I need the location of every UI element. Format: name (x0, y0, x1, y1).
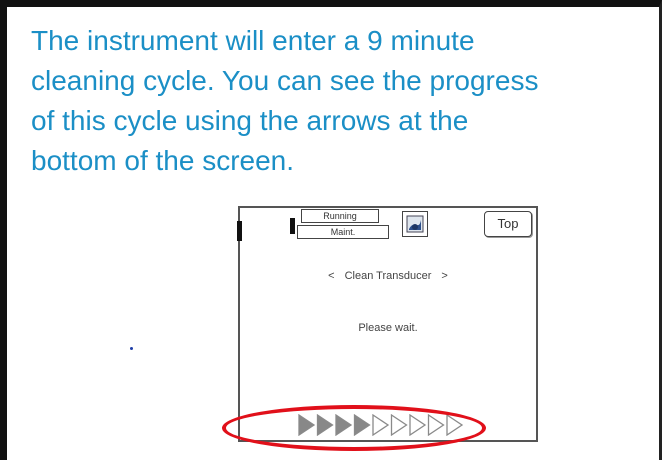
status-message: Please wait. (358, 322, 418, 334)
instruction-caption: The instrument will enter a 9 minute cle… (31, 25, 539, 176)
progress-arrow-empty (390, 414, 408, 436)
top-button[interactable]: Top (484, 211, 532, 237)
left-edge-marker (237, 221, 242, 241)
progress-arrow-filled (316, 414, 334, 436)
progress-arrow-filled (298, 414, 316, 436)
progress-arrow-empty (427, 414, 445, 436)
progress-arrow-empty (446, 414, 464, 436)
tab-marker (290, 218, 295, 234)
instrument-screen: Running Maint. Top < Clean Transducer > … (237, 206, 538, 442)
sample-icon-button[interactable] (402, 211, 428, 237)
screen-title: Clean Transducer (344, 270, 432, 282)
progress-arrow-empty (409, 414, 427, 436)
progress-arrows (298, 414, 464, 436)
sample-icon (406, 215, 424, 233)
stray-dot (130, 347, 133, 350)
progress-arrow-filled (353, 414, 371, 436)
tab-running[interactable]: Running (301, 209, 379, 223)
tab-maint[interactable]: Maint. (297, 225, 389, 239)
screen-nav: < Clean Transducer > (240, 270, 536, 282)
progress-arrow-empty (372, 414, 390, 436)
mode-tabs: Running Maint. (297, 209, 389, 239)
prev-arrow[interactable]: < (328, 270, 334, 282)
next-arrow[interactable]: > (441, 270, 447, 282)
progress-arrow-filled (335, 414, 353, 436)
